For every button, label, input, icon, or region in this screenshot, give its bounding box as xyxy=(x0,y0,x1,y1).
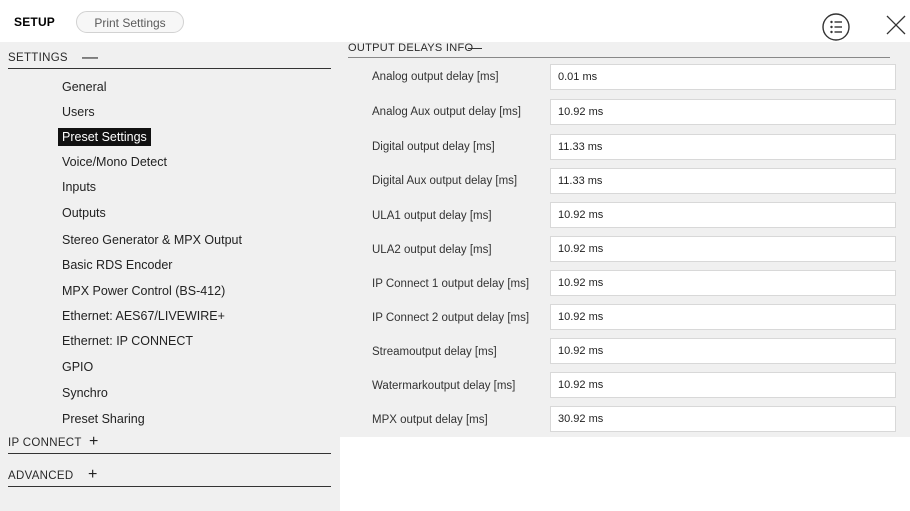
sidebar-item-outputs[interactable]: Outputs xyxy=(62,204,106,222)
main-panel: OUTPUT DELAYS INFO — Analog output delay… xyxy=(340,39,910,437)
sidebar-item-ethernet-ip-connect[interactable]: Ethernet: IP CONNECT xyxy=(62,332,193,350)
row-value: 10.92 ms xyxy=(550,338,896,364)
row-label: IP Connect 1 output delay [ms] xyxy=(372,278,530,290)
row-value: 10.92 ms xyxy=(550,270,896,296)
sidebar-item-synchro[interactable]: Synchro xyxy=(62,384,108,402)
row-label: Analog Aux output delay [ms] xyxy=(372,106,521,118)
close-icon[interactable] xyxy=(883,12,909,38)
row-label: ULA1 output delay [ms] xyxy=(372,210,492,222)
sidebar-item-preset-sharing[interactable]: Preset Sharing xyxy=(62,410,145,428)
row-label: Digital Aux output delay [ms] xyxy=(372,175,518,187)
sidebar-item-general[interactable]: General xyxy=(62,78,106,96)
collapse-icon: — xyxy=(468,39,483,55)
ip-connect-section-header[interactable]: IP CONNECT + xyxy=(8,433,331,454)
settings-section-header[interactable]: SETTINGS — xyxy=(8,49,331,69)
row-value: 10.92 ms xyxy=(550,99,896,125)
sidebar: SETTINGS — General Users Preset Settings… xyxy=(0,42,340,511)
row-label: ULA2 output delay [ms] xyxy=(372,244,492,256)
sidebar-item-users[interactable]: Users xyxy=(62,103,95,121)
row-label: Analog output delay [ms] xyxy=(372,71,499,83)
row-value: 10.92 ms xyxy=(550,202,896,228)
expand-icon: + xyxy=(88,466,98,483)
list-menu-icon[interactable] xyxy=(821,12,851,42)
row-value: 11.33 ms xyxy=(550,134,896,160)
advanced-section-label: ADVANCED xyxy=(8,470,74,482)
sidebar-item-voice-mono-detect[interactable]: Voice/Mono Detect xyxy=(62,153,167,171)
row-value: 10.92 ms xyxy=(550,304,896,330)
sidebar-item-basic-rds-encoder[interactable]: Basic RDS Encoder xyxy=(62,256,172,274)
settings-section-label: SETTINGS xyxy=(8,52,68,64)
page-title: SETUP xyxy=(14,15,56,29)
top-bar: SETUP Print Settings xyxy=(0,0,910,42)
row-value: 0.01 ms xyxy=(550,64,896,90)
collapse-icon: — xyxy=(82,49,99,66)
row-label: Watermarkoutput delay [ms] xyxy=(372,380,516,392)
row-label: Streamoutput delay [ms] xyxy=(372,346,497,358)
row-value: 11.33 ms xyxy=(550,168,896,194)
main-empty-area xyxy=(340,437,910,511)
output-delays-section-title: OUTPUT DELAYS INFO xyxy=(348,42,474,54)
tab-print-settings[interactable]: Print Settings xyxy=(76,11,184,33)
ip-connect-section-label: IP CONNECT xyxy=(8,437,82,449)
expand-icon: + xyxy=(89,433,99,450)
output-delays-section-header[interactable]: OUTPUT DELAYS INFO — xyxy=(348,39,890,58)
row-label: MPX output delay [ms] xyxy=(372,414,488,426)
sidebar-item-mpx-power-control[interactable]: MPX Power Control (BS-412) xyxy=(62,282,225,300)
row-label: IP Connect 2 output delay [ms] xyxy=(372,312,530,324)
sidebar-item-stereo-generator[interactable]: Stereo Generator & MPX Output xyxy=(62,231,242,249)
row-label: Digital output delay [ms] xyxy=(372,141,495,153)
sidebar-item-gpio[interactable]: GPIO xyxy=(62,358,93,376)
sidebar-item-preset-settings[interactable]: Preset Settings xyxy=(58,128,151,146)
sidebar-item-ethernet-aes67[interactable]: Ethernet: AES67/LIVEWIRE+ xyxy=(62,307,225,325)
row-value: 10.92 ms xyxy=(550,372,896,398)
row-value: 30.92 ms xyxy=(550,406,896,432)
advanced-section-header[interactable]: ADVANCED + xyxy=(8,466,331,487)
row-value: 10.92 ms xyxy=(550,236,896,262)
sidebar-item-inputs[interactable]: Inputs xyxy=(62,178,96,196)
